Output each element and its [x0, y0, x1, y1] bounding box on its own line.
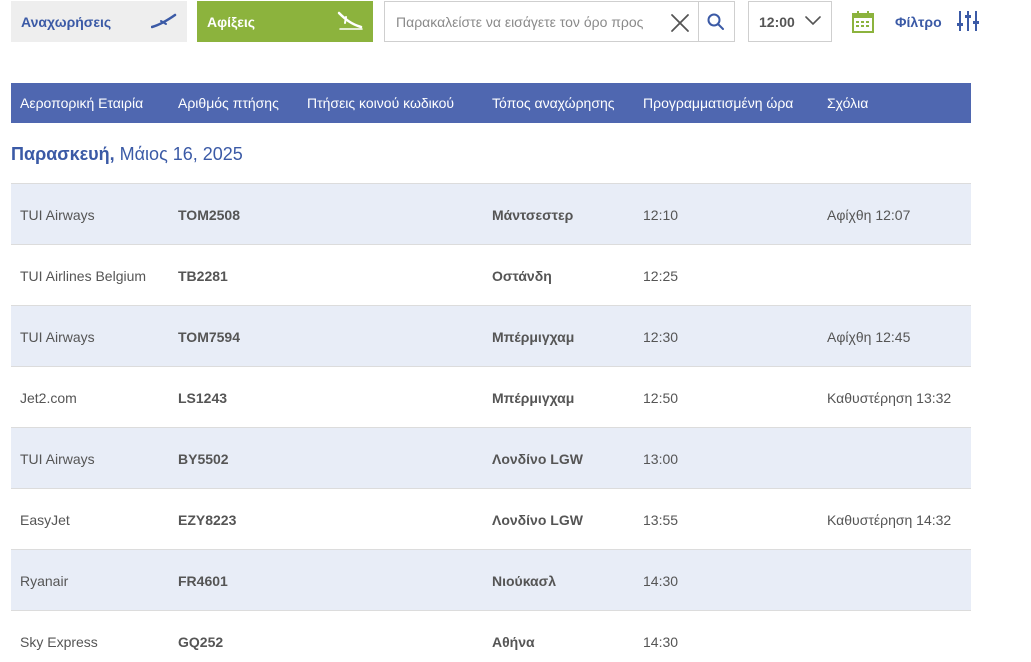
- airline-cell: TUI Airways: [20, 451, 95, 467]
- close-icon[interactable]: [669, 12, 691, 34]
- table-header: Αεροπορική Εταιρία Αριθμός πτήσης Πτήσει…: [11, 83, 971, 123]
- time-cell: 12:10: [643, 207, 679, 223]
- col-codeshare[interactable]: Πτήσεις κοινού κωδικού: [307, 95, 454, 111]
- table-row[interactable]: TUI Airways TOM7594 Μπέρμιγχαμ 12:30 Αφί…: [11, 305, 971, 366]
- filter-label: Φίλτρο: [895, 13, 942, 30]
- plane-takeoff-icon: [151, 13, 177, 29]
- flight-number-cell: LS1243: [178, 390, 228, 406]
- table-row[interactable]: EasyJet EZY8223 Λονδίνο LGW 13:55 Καθυστ…: [11, 488, 971, 549]
- filter-button[interactable]: Φίλτρο: [895, 1, 985, 42]
- remark-cell: Αφίχθη 12:45: [827, 329, 911, 345]
- tab-departures-label: Αναχωρήσεις: [21, 13, 112, 30]
- col-scheduled-time[interactable]: Προγραμματισμένη ώρα: [643, 95, 793, 111]
- remark-cell: Αφίχθη 12:07: [827, 207, 911, 223]
- airline-cell: EasyJet: [20, 512, 70, 528]
- date-heading: Παρασκευή, Μάιος 16, 2025: [11, 144, 243, 165]
- flights-list: TUI Airways TOM2508 Μάντσεστερ 12:10 Αφί…: [11, 183, 971, 662]
- calendar-icon[interactable]: [851, 10, 875, 34]
- flight-number-cell: FR4601: [178, 573, 228, 589]
- origin-cell: Μπέρμιγχαμ: [492, 390, 575, 406]
- table-row[interactable]: Sky Express GQ252 Αθήνα 14:30: [11, 610, 971, 662]
- flight-number-cell: TOM2508: [178, 207, 240, 223]
- origin-cell: Λονδίνο LGW: [492, 512, 583, 528]
- col-origin[interactable]: Τόπος αναχώρησης: [492, 95, 615, 111]
- remark-cell: Καθυστέρηση 13:32: [827, 390, 952, 406]
- tab-departures[interactable]: Αναχωρήσεις: [11, 1, 187, 42]
- tab-arrivals-label: Αφίξεις: [207, 13, 256, 30]
- time-cell: 14:30: [643, 634, 679, 650]
- time-cell: 14:30: [643, 573, 679, 589]
- toolbar: Αναχωρήσεις Αφίξεις 12:00: [11, 1, 1021, 42]
- col-flight-number[interactable]: Αριθμός πτήσης: [178, 95, 279, 111]
- origin-cell: Μπέρμιγχαμ: [492, 329, 575, 345]
- search-input[interactable]: [385, 2, 653, 41]
- airline-cell: TUI Airways: [20, 207, 95, 223]
- table-row[interactable]: Jet2.com LS1243 Μπέρμιγχαμ 12:50 Καθυστέ…: [11, 366, 971, 427]
- airline-cell: Ryanair: [20, 573, 69, 589]
- search-box: [384, 1, 735, 42]
- airline-cell: Sky Express: [20, 634, 98, 650]
- time-cell: 13:00: [643, 451, 679, 467]
- col-airline[interactable]: Αεροπορική Εταιρία: [20, 95, 143, 111]
- table-row[interactable]: Ryanair FR4601 Νιούκασλ 14:30: [11, 549, 971, 610]
- airline-cell: TUI Airways: [20, 329, 95, 345]
- origin-cell: Λονδίνο LGW: [492, 451, 583, 467]
- tab-arrivals[interactable]: Αφίξεις: [197, 1, 373, 42]
- date-weekday: Παρασκευή,: [11, 144, 115, 164]
- time-cell: 12:50: [643, 390, 679, 406]
- time-select-value: 12:00: [759, 13, 795, 30]
- search-icon[interactable]: [706, 12, 726, 32]
- origin-cell: Οστάνδη: [492, 268, 552, 284]
- origin-cell: Μάντσεστερ: [492, 207, 574, 223]
- table-row[interactable]: TUI Airways TOM2508 Μάντσεστερ 12:10 Αφί…: [11, 183, 971, 244]
- search-divider: [698, 2, 699, 41]
- remark-cell: Καθυστέρηση 14:32: [827, 512, 952, 528]
- table-row[interactable]: TUI Airlines Belgium TB2281 Οστάνδη 12:2…: [11, 244, 971, 305]
- flight-number-cell: TOM7594: [178, 329, 240, 345]
- flight-number-cell: EZY8223: [178, 512, 237, 528]
- origin-cell: Νιούκασλ: [492, 573, 557, 589]
- time-cell: 13:55: [643, 512, 679, 528]
- flight-number-cell: GQ252: [178, 634, 224, 650]
- date-value: Μάιος 16, 2025: [119, 144, 243, 164]
- time-cell: 12:30: [643, 329, 679, 345]
- sliders-icon: [957, 11, 979, 31]
- origin-cell: Αθήνα: [492, 634, 535, 650]
- airline-cell: TUI Airlines Belgium: [20, 268, 147, 284]
- airline-cell: Jet2.com: [20, 390, 77, 406]
- col-remarks[interactable]: Σχόλια: [827, 95, 868, 111]
- flight-number-cell: BY5502: [178, 451, 229, 467]
- time-cell: 12:25: [643, 268, 679, 284]
- plane-landing-icon: [337, 11, 363, 30]
- table-row[interactable]: TUI Airways BY5502 Λονδίνο LGW 13:00: [11, 427, 971, 488]
- time-select[interactable]: 12:00: [748, 1, 832, 42]
- chevron-down-icon: [805, 16, 821, 26]
- flight-number-cell: TB2281: [178, 268, 228, 284]
